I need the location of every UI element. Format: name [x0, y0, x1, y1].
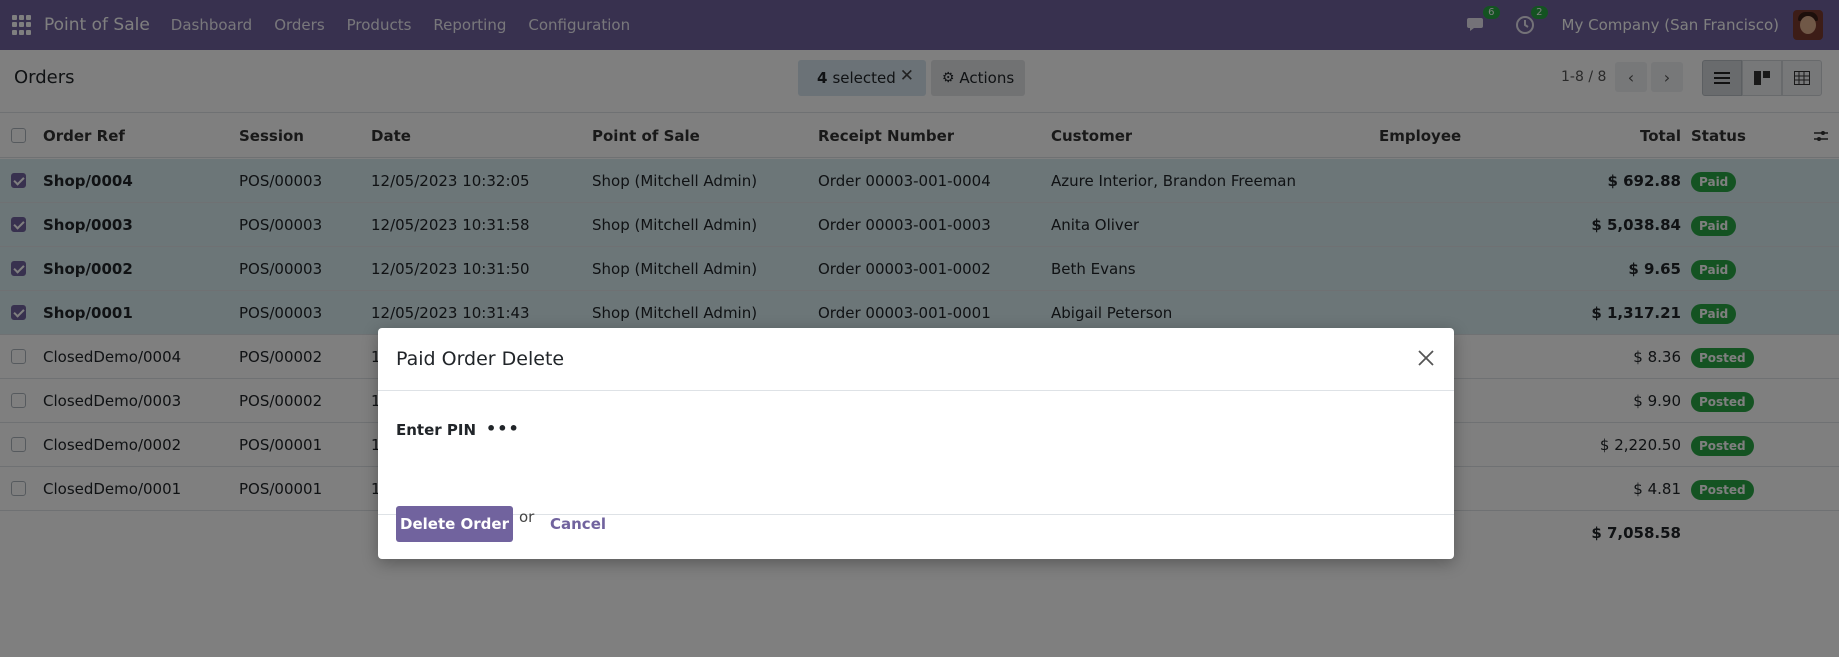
or-text: or: [519, 508, 535, 526]
cancel-link[interactable]: Cancel: [550, 515, 606, 533]
pin-input[interactable]: •••: [486, 419, 520, 438]
dialog-body: Enter PIN •••: [378, 391, 1454, 515]
dialog-header: Paid Order Delete: [378, 328, 1454, 391]
delete-order-button[interactable]: Delete Order: [396, 506, 513, 542]
dialog-title: Paid Order Delete: [396, 348, 565, 370]
close-icon[interactable]: [1416, 348, 1436, 368]
paid-order-delete-dialog: Paid Order Delete Enter PIN ••• Delete O…: [378, 328, 1454, 559]
pin-label: Enter PIN: [396, 421, 477, 439]
